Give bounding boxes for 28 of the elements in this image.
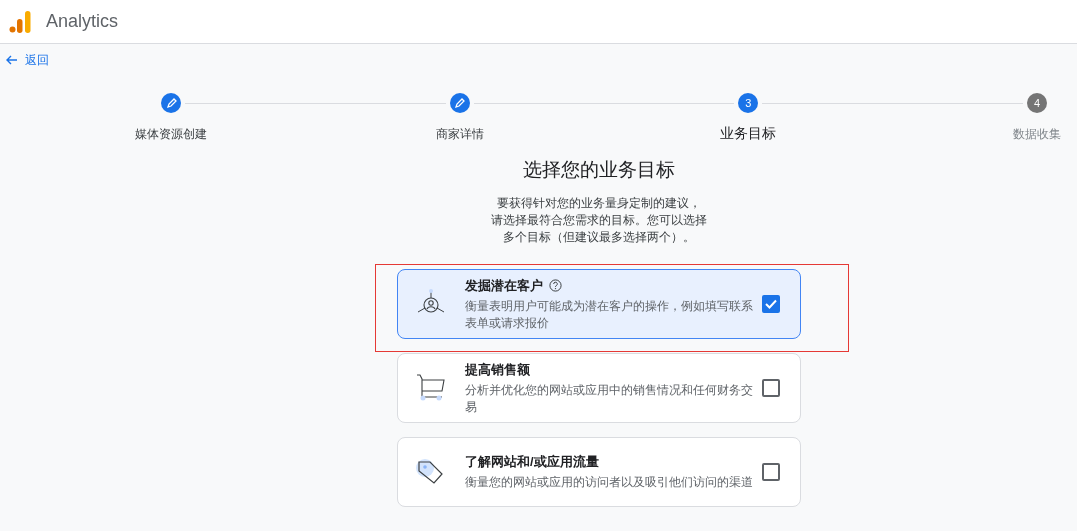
- goal-title: 提高销售额: [465, 360, 530, 379]
- goal-card[interactable]: 了解网站和/或应用流量 衡量您的网站或应用的访问者以及吸引他们访问的渠道: [397, 437, 801, 507]
- goal-card[interactable]: 提高销售额 分析并优化您的网站或应用中的销售情况和任何财务交易: [397, 353, 801, 423]
- checkbox[interactable]: [762, 379, 780, 397]
- goal-title: 了解网站和/或应用流量: [465, 453, 599, 471]
- goal-description: 衡量表明用户可能成为潜在客户的操作，例如填写联系表单或请求报价: [465, 298, 754, 331]
- step-number: 4: [1027, 93, 1047, 113]
- back-arrow-icon: [6, 55, 17, 65]
- goal-title: 发掘潜在客户: [465, 276, 543, 295]
- step-label: 业务目标: [720, 125, 777, 143]
- step-number: 3: [738, 93, 759, 113]
- help-icon[interactable]: [549, 279, 562, 292]
- step-label: 数据收集: [1013, 126, 1061, 143]
- intro-text: 要获得针对您的业务量身定制的建议， 请选择最符合您需求的目标。您可以选择 多个目标（但建议最多选择两个）。: [490, 195, 708, 246]
- goal-card[interactable]: 发掘潜在客户 衡量表明用户可能成为潜在客户的操作，例如填写联系表单或请求报价: [397, 269, 801, 339]
- checkbox[interactable]: [762, 295, 780, 313]
- page-heading: 选择您的业务目标: [522, 158, 676, 182]
- step-label: 媒体资源创建: [135, 126, 207, 143]
- goal-description: 衡量您的网站或应用的访问者以及吸引他们访问的渠道: [465, 475, 754, 490]
- cart-icon: [415, 373, 447, 403]
- step-label: 商家详情: [435, 126, 484, 143]
- back-link[interactable]: 返回: [6, 51, 49, 69]
- checkbox[interactable]: [762, 463, 780, 481]
- app-title: Analytics: [46, 11, 119, 32]
- goal-description: 分析并优化您的网站或应用中的销售情况和任何财务交易: [465, 382, 754, 415]
- step-edit-icon: [161, 93, 181, 113]
- analytics-logo-icon: [9, 10, 31, 33]
- step-edit-icon: [449, 93, 470, 113]
